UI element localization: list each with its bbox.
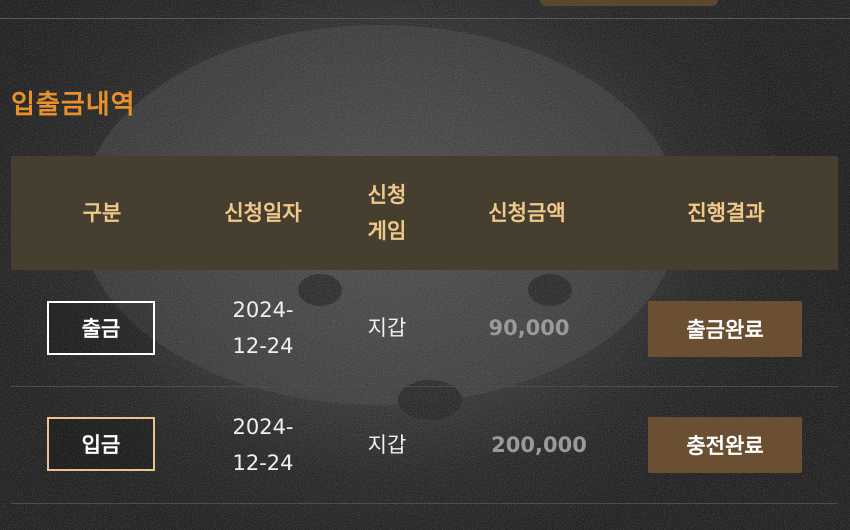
date-line1: 2024-: [232, 415, 294, 439]
section-title: 입출금내역: [11, 90, 136, 120]
game-cell: 지갑: [367, 433, 407, 457]
date-cell: 2024- 12-24: [211, 292, 315, 364]
header-result: 진행결과: [687, 201, 765, 225]
top-tab-edge: [540, 0, 718, 6]
top-divider: [0, 18, 850, 19]
type-badge-deposit: 입금: [47, 417, 155, 471]
game-cell: 지갑: [367, 316, 407, 340]
amount-cell: 200,000: [491, 433, 587, 457]
header-type: 구분: [82, 201, 122, 225]
table-row: 출금 2024- 12-24 지갑 90,000 출금완료: [11, 270, 838, 387]
date-line1: 2024-: [232, 298, 294, 322]
row-divider: [11, 503, 838, 504]
type-badge-withdraw: 출금: [47, 301, 155, 355]
status-withdraw-complete-button[interactable]: 출금완료: [648, 301, 802, 357]
date-cell: 2024- 12-24: [211, 409, 315, 481]
date-line2: 12-24: [232, 334, 294, 358]
date-line2: 12-24: [232, 451, 294, 475]
status-charge-complete-button[interactable]: 충전완료: [648, 417, 802, 473]
header-game-line2: 게임: [367, 219, 407, 243]
header-game-line1: 신청: [367, 183, 407, 207]
header-game: 신청 게임: [341, 156, 433, 270]
table-header: 구분 신청일자 신청 게임 신청금액 진행결과: [11, 156, 838, 270]
header-date: 신청일자: [224, 201, 302, 225]
amount-cell: 90,000: [488, 316, 570, 340]
header-amount: 신청금액: [488, 201, 566, 225]
table-row: 입금 2024- 12-24 지갑 200,000 충전완료: [11, 387, 838, 504]
